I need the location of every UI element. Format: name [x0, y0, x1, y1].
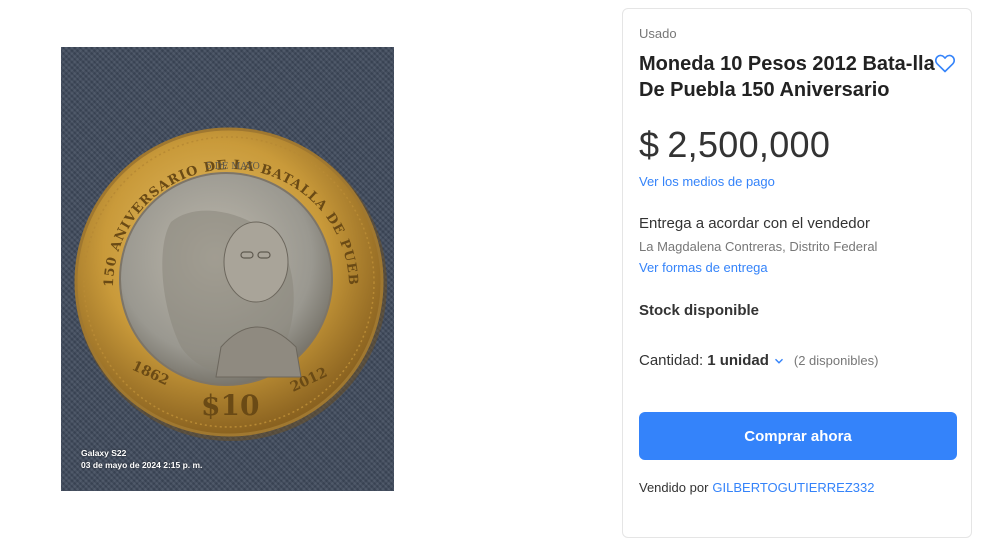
- camera-label: Galaxy S22: [81, 448, 127, 458]
- seller-location: La Magdalena Contreras, Distrito Federal: [639, 239, 878, 254]
- shipping-options-link[interactable]: Ver formas de entrega: [639, 260, 768, 275]
- buy-box: Usado Moneda 10 Pesos 2012 Bata-lla De P…: [622, 8, 972, 538]
- chevron-down-icon[interactable]: [774, 356, 784, 366]
- photo-timestamp: 03 de mayo de 2024 2:15 p. m.: [81, 460, 203, 470]
- heart-icon[interactable]: [933, 51, 957, 75]
- price-amount: 2,500,000: [667, 124, 831, 165]
- stock-status: Stock disponible: [639, 302, 760, 319]
- seller-name-link[interactable]: GILBERTOGUTIERREZ332: [712, 480, 874, 495]
- delivery-text: Entrega a acordar con el vendedor: [639, 215, 870, 232]
- currency-symbol: $: [639, 124, 660, 165]
- quantity-selector: Cantidad: 1 unidad (2 disponibles): [639, 352, 878, 369]
- product-title: Moneda 10 Pesos 2012 Bata-lla De Puebla …: [639, 53, 935, 101]
- condition-label: Usado: [639, 26, 677, 41]
- coin-date-text: 5 DE MAYO: [206, 162, 260, 172]
- seller-info: Vendido por GILBERTOGUTIERREZ332: [639, 480, 874, 495]
- product-photo[interactable]: 150 ANIVERSARIO DE LA BATALLA DE PUEBLA …: [61, 47, 394, 491]
- quantity-label: Cantidad:: [639, 352, 704, 369]
- seller-prefix: Vendido por: [639, 480, 709, 495]
- quantity-value[interactable]: 1 unidad: [707, 352, 769, 369]
- coin-value: $10: [201, 389, 259, 422]
- coin-illustration: 150 ANIVERSARIO DE LA BATALLA DE PUEBLA …: [61, 47, 387, 441]
- product-price: $2,500,000: [639, 124, 830, 166]
- buy-now-button[interactable]: Comprar ahora: [639, 412, 957, 460]
- photo-caption: Galaxy S22 03 de mayo de 2024 2:15 p. m.: [81, 447, 202, 471]
- available-count: (2 disponibles): [793, 353, 879, 368]
- payment-methods-link[interactable]: Ver los medios de pago: [639, 174, 775, 189]
